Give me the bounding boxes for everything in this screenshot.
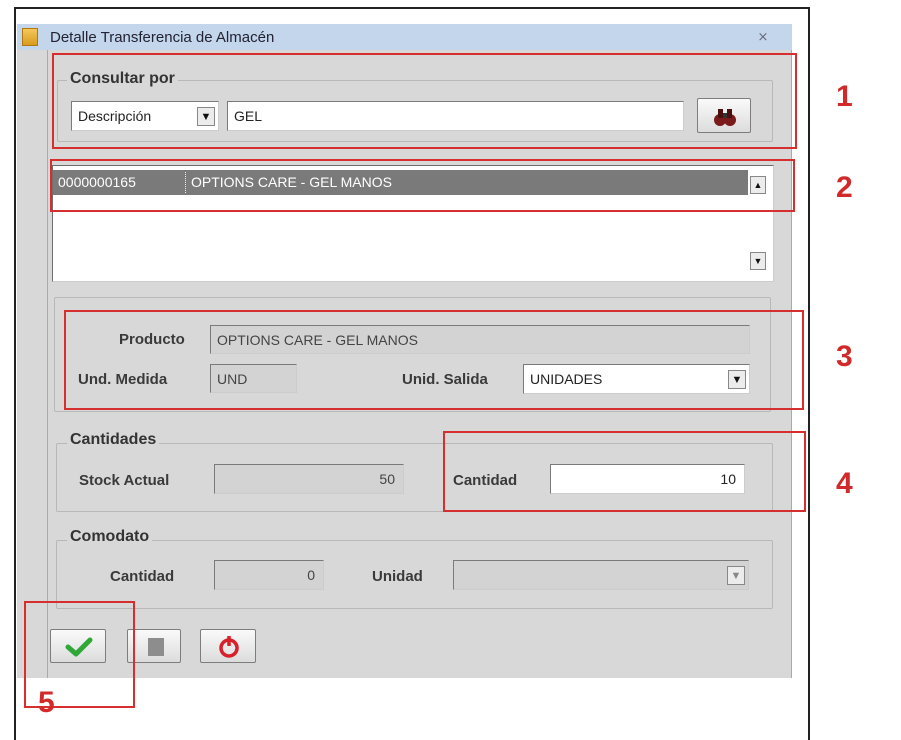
annotation-box-2 [50, 159, 795, 212]
comodato-legend: Comodato [67, 528, 153, 546]
annotation-number-2: 2 [836, 171, 853, 204]
exit-button[interactable] [200, 629, 256, 663]
annotation-number-4: 4 [836, 467, 853, 500]
window-left-edge [17, 50, 47, 678]
annotation-box-1 [52, 53, 797, 149]
stock-actual-field: 50 [214, 464, 404, 494]
chevron-down-icon: ▼ [727, 566, 745, 585]
stock-actual-label: Stock Actual [79, 472, 170, 489]
comodato-unidad-label: Unidad [372, 568, 423, 585]
window-title: Detalle Transferencia de Almacén [50, 29, 275, 46]
annotation-number-5: 5 [38, 686, 55, 719]
cantidades-legend: Cantidades [67, 431, 160, 449]
scroll-down-icon[interactable]: ▼ [750, 252, 766, 270]
window-app-icon [22, 28, 38, 46]
close-button[interactable]: ⨯ [752, 28, 774, 45]
comodato-unidad-select [453, 560, 749, 590]
annotation-number-3: 3 [836, 340, 853, 373]
annotation-box-4 [443, 431, 806, 512]
comodato-cantidad-field: 0 [214, 560, 324, 590]
power-icon [219, 636, 239, 658]
stop-icon [148, 638, 164, 656]
comodato-cantidad-label: Cantidad [110, 568, 175, 585]
annotation-box-3 [64, 310, 804, 410]
cancel-button[interactable] [127, 629, 181, 663]
annotation-number-1: 1 [836, 80, 853, 113]
